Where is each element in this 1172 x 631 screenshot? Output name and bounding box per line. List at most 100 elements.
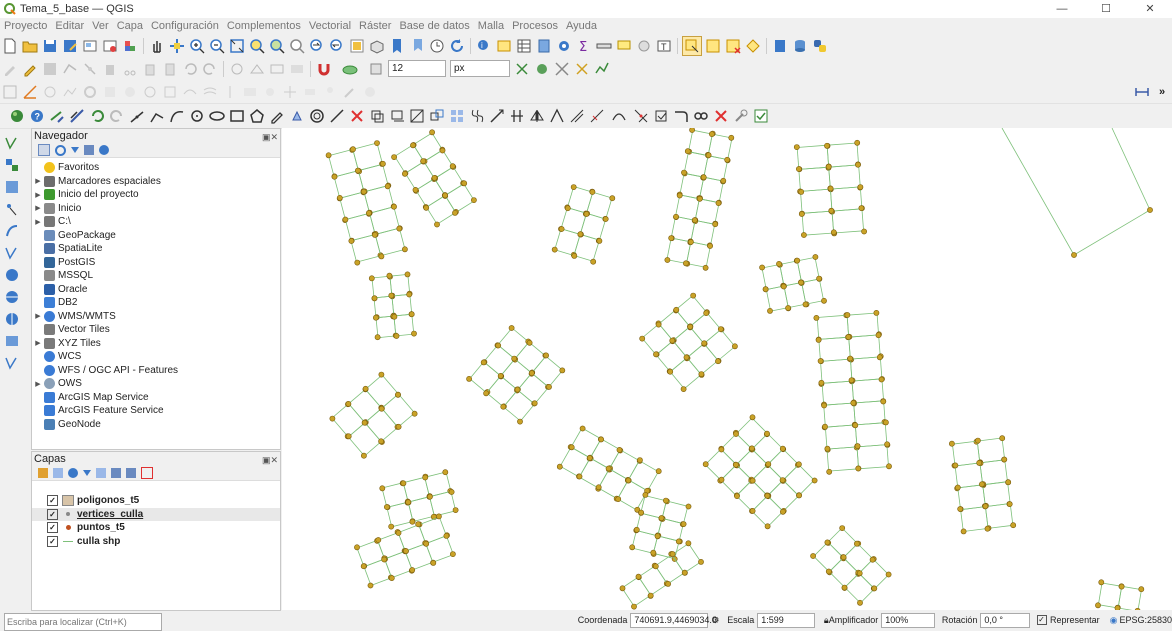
topological-edit-button[interactable] xyxy=(513,60,531,78)
text-annotation-button[interactable]: T xyxy=(655,37,673,55)
python-console-button[interactable] xyxy=(811,37,829,55)
delete-selected-button[interactable] xyxy=(101,60,119,78)
change-label-button[interactable] xyxy=(341,83,359,101)
delete-part-button[interactable] xyxy=(161,83,179,101)
browser-item[interactable]: DB2 xyxy=(32,296,280,310)
close-button[interactable]: ✕ xyxy=(1128,0,1172,18)
add-wfs-button[interactable] xyxy=(3,310,21,328)
zoom-out-button[interactable] xyxy=(208,37,226,55)
collapse-all-icon[interactable] xyxy=(84,145,94,155)
toggle-extents-icon[interactable]: ⚙ xyxy=(711,615,721,626)
split-line-button[interactable] xyxy=(588,107,606,125)
mirror-tool-button[interactable] xyxy=(528,107,546,125)
browser-item[interactable]: ArcGIS Feature Service xyxy=(32,404,280,418)
link-tool-button[interactable] xyxy=(692,107,710,125)
draw-polygon-button[interactable] xyxy=(248,107,266,125)
draw-circle-button[interactable] xyxy=(188,107,206,125)
pick-tool-button[interactable] xyxy=(652,107,670,125)
select-features-button[interactable] xyxy=(495,37,513,55)
browser-item[interactable]: WFS / OGC API - Features xyxy=(32,364,280,378)
pin-label-button[interactable] xyxy=(321,83,339,101)
manage-themes-icon[interactable] xyxy=(68,468,78,478)
snap-angle-button[interactable] xyxy=(568,107,586,125)
layout-button[interactable] xyxy=(81,37,99,55)
browser-item[interactable]: ▶ Inicio del proyecto xyxy=(32,188,280,202)
show-bookmarks-button[interactable] xyxy=(408,37,426,55)
corner-tool-button[interactable] xyxy=(672,107,690,125)
statistics-button[interactable]: Σ xyxy=(575,37,593,55)
reshape-button[interactable] xyxy=(181,83,199,101)
filter-expression-icon[interactable] xyxy=(96,468,106,478)
save-edits-button[interactable] xyxy=(41,60,59,78)
select-location-button[interactable] xyxy=(744,37,762,55)
shape-tools-button[interactable] xyxy=(248,60,266,78)
digitize-pencil-button[interactable] xyxy=(268,107,286,125)
browser-item[interactable]: GeoPackage xyxy=(32,229,280,243)
browser-item[interactable]: Oracle xyxy=(32,283,280,297)
cancel-tool-button[interactable] xyxy=(712,107,730,125)
digitize-tools-button[interactable] xyxy=(228,60,246,78)
add-group-icon[interactable] xyxy=(53,468,63,478)
show-hide-label-button[interactable] xyxy=(301,83,319,101)
filter-icon[interactable] xyxy=(71,147,79,153)
extend-tool-button[interactable] xyxy=(408,107,426,125)
layers-panel-float-close-buttons[interactable]: ▣✕ xyxy=(262,453,278,467)
add-wcs-button[interactable] xyxy=(3,288,21,306)
diagram-button[interactable] xyxy=(361,83,379,101)
new-vector-layer-button[interactable] xyxy=(3,354,21,372)
layer-visibility-checkbox[interactable]: ✓ xyxy=(47,508,58,520)
map-features[interactable] xyxy=(282,128,1172,610)
draw-line-button[interactable] xyxy=(128,107,146,125)
browser-item[interactable]: MSSQL xyxy=(32,269,280,283)
undo-button[interactable] xyxy=(181,60,199,78)
processing-toolbox-button[interactable] xyxy=(555,37,573,55)
add-ring-button[interactable] xyxy=(81,83,99,101)
browser-item[interactable]: ▶ C:\ xyxy=(32,215,280,229)
zoom-next-button[interactable] xyxy=(328,37,346,55)
spatial-bookmark-button[interactable] xyxy=(388,37,406,55)
menu-malla[interactable]: Malla xyxy=(474,20,508,32)
settings-tool-button[interactable] xyxy=(732,107,750,125)
snapping-layers-button[interactable] xyxy=(335,60,365,78)
add-spatialite-button[interactable] xyxy=(3,222,21,240)
advanced-digitize-button[interactable] xyxy=(1,83,19,101)
save-as-button[interactable] xyxy=(61,37,79,55)
zoom-native-button[interactable] xyxy=(288,37,306,55)
merge-button[interactable] xyxy=(288,60,306,78)
add-mesh-layer-button[interactable] xyxy=(3,178,21,196)
save-project-button[interactable] xyxy=(41,37,59,55)
add-part-button[interactable] xyxy=(101,83,119,101)
undo-plugin-button[interactable] xyxy=(88,107,106,125)
style-manager-button[interactable] xyxy=(121,37,139,55)
snap-intersection-button[interactable] xyxy=(533,60,551,78)
expand-arrow-icon[interactable]: ▶ xyxy=(32,204,44,212)
add-feature-button[interactable] xyxy=(61,60,79,78)
self-snapping-button[interactable] xyxy=(573,60,591,78)
merge-attributes-button[interactable] xyxy=(241,83,259,101)
open-project-button[interactable] xyxy=(21,37,39,55)
layer-item[interactable]: ✓ poligonos_t5 xyxy=(32,494,280,508)
parallel-tool-button[interactable] xyxy=(508,107,526,125)
draw-rectangle-button[interactable] xyxy=(228,107,246,125)
select-all-vertex-button[interactable] xyxy=(288,107,306,125)
new-map-view-button[interactable] xyxy=(348,37,366,55)
coordinate-field[interactable]: 740691.9,4469034.0 xyxy=(630,612,717,628)
zoom-in-button[interactable] xyxy=(188,37,206,55)
menu-vectorial[interactable]: Vectorial xyxy=(305,20,355,32)
rotation-field[interactable]: 0,0 ° xyxy=(980,612,1031,628)
menu-proyecto[interactable]: Proyecto xyxy=(0,20,51,32)
delete-ring-button[interactable] xyxy=(141,83,159,101)
current-edits-button[interactable] xyxy=(1,60,19,78)
simplify-button[interactable] xyxy=(61,83,79,101)
browser-item[interactable]: ▶ XYZ Tiles xyxy=(32,337,280,351)
draw-arc-button[interactable] xyxy=(168,107,186,125)
snapping-tolerance-input[interactable]: 12 xyxy=(388,60,446,77)
add-delimited-text-button[interactable] xyxy=(3,200,21,218)
deselect-button[interactable] xyxy=(724,37,742,55)
snapping-toggle-button[interactable] xyxy=(315,60,333,78)
identify-button[interactable]: i xyxy=(475,37,493,55)
new-3d-view-button[interactable] xyxy=(368,37,386,55)
scale-field[interactable]: 1:599 xyxy=(757,612,815,628)
maximize-button[interactable]: ☐ xyxy=(1084,0,1128,18)
rotate-line-button[interactable] xyxy=(488,107,506,125)
